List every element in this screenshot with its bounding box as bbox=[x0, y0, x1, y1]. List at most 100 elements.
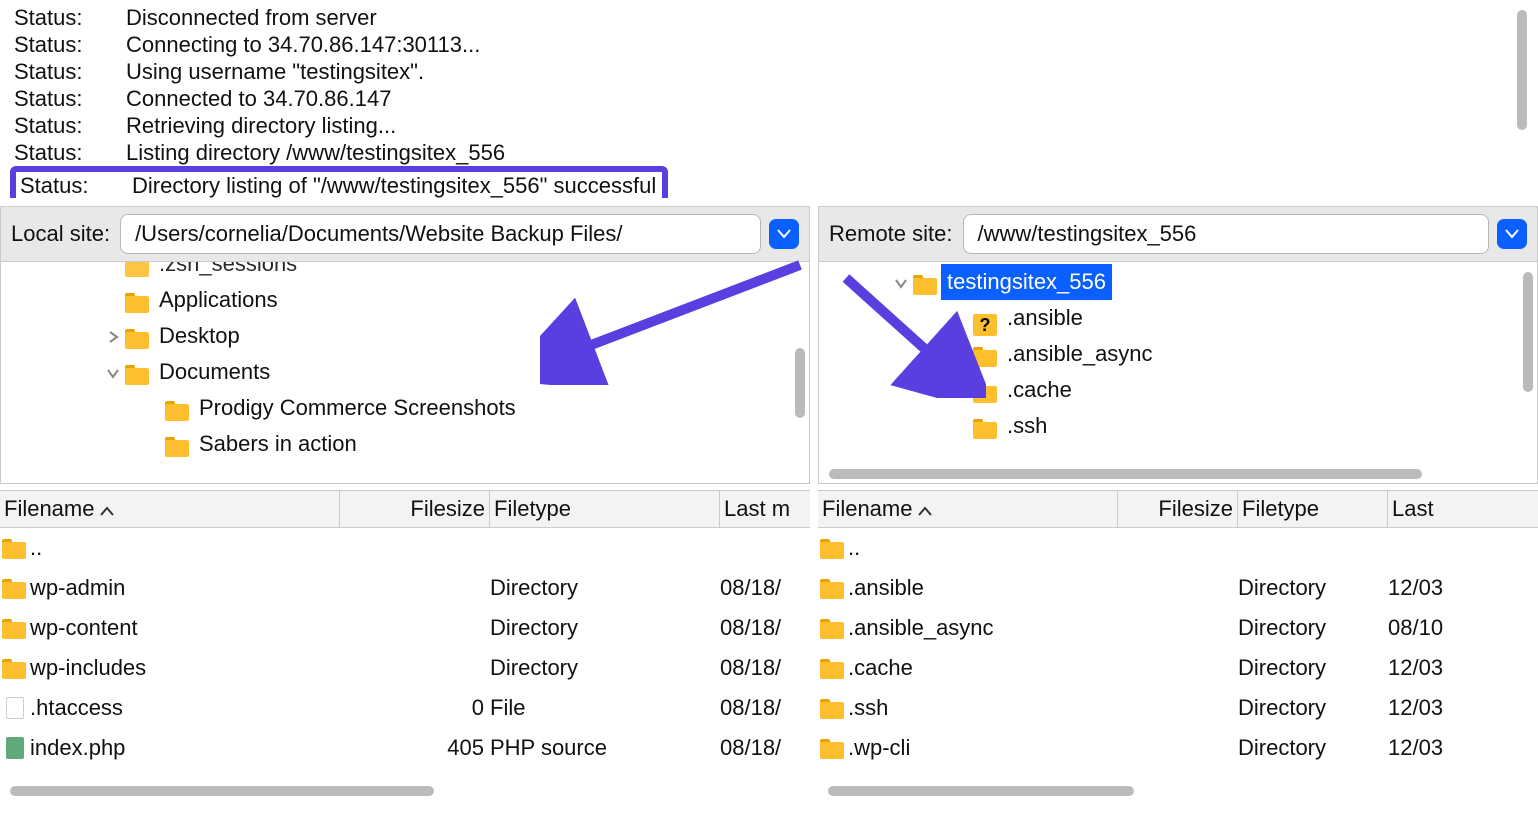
disclosure-icon[interactable] bbox=[889, 264, 913, 300]
log-line: Status:Using username "testingsitex". bbox=[14, 58, 1523, 85]
file-name: wp-admin bbox=[30, 575, 125, 601]
col-modified[interactable]: Last bbox=[1388, 491, 1538, 527]
folder-icon bbox=[973, 417, 999, 439]
folder-icon bbox=[165, 435, 191, 457]
remote-site-label: Remote site: bbox=[829, 221, 963, 247]
file-row[interactable]: .. bbox=[0, 528, 810, 568]
col-filename[interactable]: Filename bbox=[0, 491, 340, 527]
remote-tree-scrollbar-v[interactable] bbox=[1523, 272, 1533, 471]
local-file-scrollbar-h[interactable] bbox=[10, 786, 796, 796]
tree-item[interactable]: Desktop bbox=[1, 318, 809, 354]
remote-path-input[interactable]: /www/testingsitex_556 bbox=[963, 214, 1490, 254]
file-row[interactable]: .ssh Directory12/03 bbox=[818, 688, 1538, 728]
file-name: .ansible_async bbox=[848, 615, 994, 641]
tree-item[interactable]: .zsh_sessions bbox=[1, 262, 809, 282]
file-row[interactable]: .ansible Directory12/03 bbox=[818, 568, 1538, 608]
file-modified: 08/10 bbox=[1388, 615, 1538, 641]
file-type: Directory bbox=[1238, 695, 1388, 721]
remote-tree-scrollbar-h[interactable] bbox=[829, 469, 1519, 479]
file-type: Directory bbox=[1238, 735, 1388, 761]
remote-file-list[interactable]: Filename Filesize Filetype Last .. .ansib… bbox=[818, 490, 1538, 802]
file-type: PHP source bbox=[490, 735, 720, 761]
local-path-input[interactable]: /Users/cornelia/Documents/Website Backup… bbox=[120, 214, 761, 254]
local-tree-pane[interactable]: .zsh_sessionsApplicationsDesktopDocument… bbox=[0, 262, 810, 484]
file-modified: 12/03 bbox=[1388, 735, 1538, 761]
file-name: .. bbox=[848, 535, 860, 561]
log-line: Status:Retrieving directory listing... bbox=[14, 112, 1523, 139]
file-name: .. bbox=[30, 535, 42, 561]
file-modified: 12/03 bbox=[1388, 695, 1538, 721]
file-type: Directory bbox=[490, 655, 720, 681]
folder-icon bbox=[2, 657, 28, 679]
tree-item[interactable]: .ansible_async bbox=[819, 336, 1537, 372]
col-filetype[interactable]: Filetype bbox=[490, 491, 720, 527]
folder-icon bbox=[2, 577, 28, 599]
file-row[interactable]: .. bbox=[818, 528, 1538, 568]
file-name: .htaccess bbox=[30, 695, 123, 721]
tree-item-label: Prodigy Commerce Screenshots bbox=[193, 390, 516, 426]
tree-item[interactable]: Documents bbox=[1, 354, 809, 390]
local-path-dropdown[interactable] bbox=[769, 219, 799, 249]
tree-item-label: .ansible bbox=[1001, 300, 1083, 336]
log-line: Status:Connected to 34.70.86.147 bbox=[14, 85, 1523, 112]
file-type: Directory bbox=[1238, 615, 1388, 641]
remote-tree-pane[interactable]: testingsitex_556?.ansible.ansible_async.… bbox=[818, 262, 1538, 484]
local-site-label: Local site: bbox=[11, 221, 120, 247]
tree-item-label: .zsh_sessions bbox=[153, 262, 297, 282]
col-filename[interactable]: Filename bbox=[818, 491, 1118, 527]
tree-item[interactable]: .ssh bbox=[819, 408, 1537, 444]
chevron-down-icon bbox=[1505, 229, 1519, 239]
log-scrollbar[interactable] bbox=[1517, 10, 1527, 192]
file-row[interactable]: wp-admin Directory08/18/ bbox=[0, 568, 810, 608]
tree-item-label: .cache bbox=[1001, 372, 1072, 408]
local-file-list[interactable]: Filename Filesize Filetype Last m .. wp-a… bbox=[0, 490, 810, 802]
tree-item[interactable]: ?.ansible bbox=[819, 300, 1537, 336]
remote-path-text: /www/testingsitex_556 bbox=[978, 221, 1197, 247]
file-modified: 08/18/ bbox=[720, 655, 810, 681]
sort-asc-icon bbox=[918, 496, 932, 522]
disclosure-icon[interactable] bbox=[101, 354, 125, 390]
folder-icon bbox=[820, 697, 846, 719]
file-row[interactable]: wp-contentDirectory08/18/ bbox=[0, 608, 810, 648]
col-filetype[interactable]: Filetype bbox=[1238, 491, 1388, 527]
file-name: .wp-cli bbox=[848, 735, 910, 761]
file-name: index.php bbox=[30, 735, 125, 761]
remote-file-scrollbar-h[interactable] bbox=[828, 786, 1524, 796]
file-type: Directory bbox=[490, 575, 720, 601]
tree-item[interactable]: Applications bbox=[1, 282, 809, 318]
tree-item[interactable]: .cache bbox=[819, 372, 1537, 408]
file-type: Directory bbox=[1238, 575, 1388, 601]
tree-item[interactable]: Prodigy Commerce Screenshots bbox=[1, 390, 809, 426]
col-filesize[interactable]: Filesize bbox=[340, 491, 490, 527]
file-row[interactable]: .cacheDirectory12/03 bbox=[818, 648, 1538, 688]
file-type: Directory bbox=[1238, 655, 1388, 681]
local-path-text: /Users/cornelia/Documents/Website Backup… bbox=[135, 221, 622, 247]
file-modified: 12/03 bbox=[1388, 575, 1538, 601]
tree-item-label: Applications bbox=[153, 282, 278, 318]
remote-path-dropdown[interactable] bbox=[1497, 219, 1527, 249]
tree-item[interactable]: Sabers in action bbox=[1, 426, 809, 462]
folder-icon bbox=[125, 291, 151, 313]
tree-item-label: Desktop bbox=[153, 318, 240, 354]
file-name: .ansible bbox=[848, 575, 924, 601]
file-modified: 08/18/ bbox=[720, 575, 810, 601]
col-modified[interactable]: Last m bbox=[720, 491, 810, 527]
file-row[interactable]: index.php405PHP source08/18/ bbox=[0, 728, 810, 768]
file-name: .ssh bbox=[848, 695, 888, 721]
local-tree-scrollbar-v[interactable] bbox=[795, 272, 805, 471]
folder-icon bbox=[820, 577, 846, 599]
col-filesize[interactable]: Filesize bbox=[1118, 491, 1238, 527]
log-line: Status:Disconnected from server bbox=[14, 4, 1523, 31]
folder-icon bbox=[820, 657, 846, 679]
file-row[interactable]: .wp-cli Directory12/03 bbox=[818, 728, 1538, 768]
log-pane[interactable]: Status:Disconnected from server Status:Co… bbox=[4, 0, 1534, 198]
tree-item[interactable]: testingsitex_556 bbox=[819, 264, 1537, 300]
file-row[interactable]: wp-includesDirectory08/18/ bbox=[0, 648, 810, 688]
file-row[interactable]: .ansible_async Directory08/10 bbox=[818, 608, 1538, 648]
tree-item-label: .ssh bbox=[1001, 408, 1047, 444]
file-type: Directory bbox=[490, 615, 720, 641]
disclosure-icon[interactable] bbox=[101, 318, 125, 354]
file-row[interactable]: .htaccess0File08/18/ bbox=[0, 688, 810, 728]
folder-icon bbox=[820, 617, 846, 639]
folder-icon bbox=[2, 617, 28, 639]
